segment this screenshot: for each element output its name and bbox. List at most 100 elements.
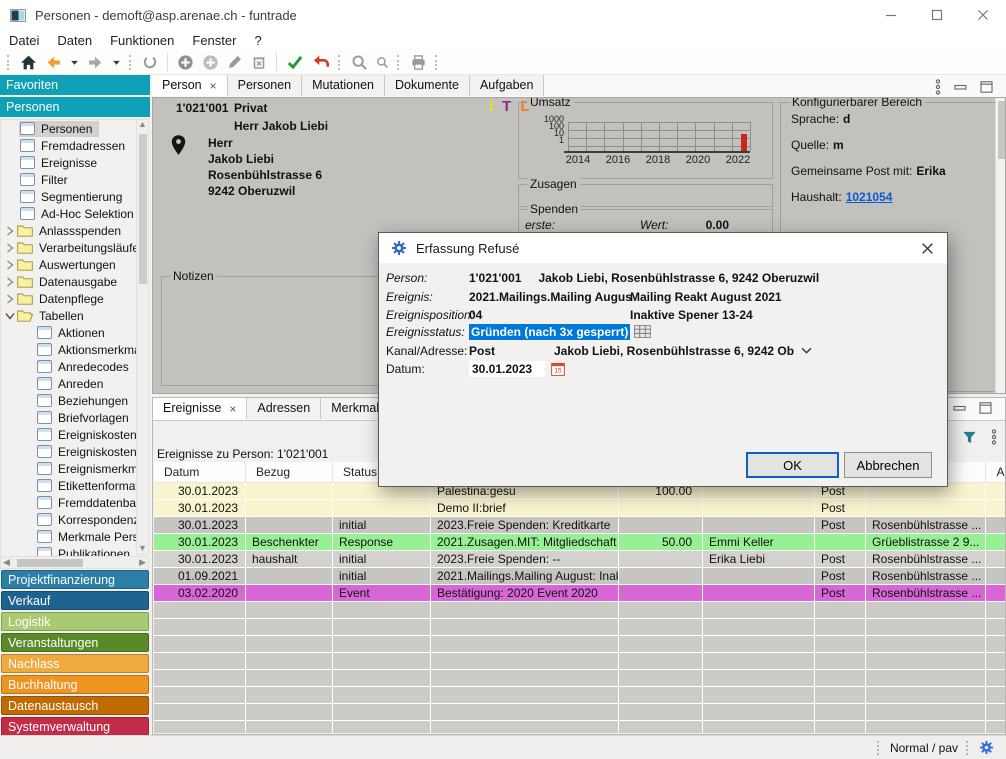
dialog-status-field[interactable]: Gründen (nach 3x gesperrt) [469, 324, 630, 340]
minimize-button[interactable] [868, 0, 914, 30]
chevron-right-icon[interactable] [4, 260, 16, 270]
home-icon[interactable] [20, 54, 37, 71]
tab-aufgaben[interactable]: Aufgaben [470, 75, 545, 96]
scroll-up-icon[interactable]: ▲ [137, 120, 148, 129]
add-icon[interactable] [177, 54, 194, 71]
tree-item-anlassspenden[interactable]: Anlassspenden [1, 222, 137, 239]
sidebar-header-personen[interactable]: Personen [0, 97, 150, 117]
scroll-left-icon[interactable]: ◀ [3, 558, 10, 567]
tree-item-auswertungen[interactable]: Auswertungen [1, 256, 137, 273]
refresh-icon[interactable] [142, 54, 158, 70]
tree-item-datenausgabe[interactable]: Datenausgabe [1, 273, 137, 290]
chevron-right-icon[interactable] [4, 277, 16, 287]
tree-item-aktionen[interactable]: Aktionen [1, 324, 137, 341]
undo-icon[interactable] [312, 53, 330, 71]
tree-item-datenpflege[interactable]: Datenpflege [1, 290, 137, 307]
tree-item-ad-hoc-selektion[interactable]: Ad-Hoc Selektion [1, 205, 137, 222]
menu-item-funktionen[interactable]: Funktionen [101, 33, 183, 48]
ok-button[interactable]: OK [746, 452, 839, 478]
tree-item-fremddatenbanken[interactable]: Fremddatenbanken [1, 494, 137, 511]
table-row[interactable]: 30.01.2023BeschenkterResponse2021.Zusage… [154, 534, 1006, 551]
module-button-logistik[interactable]: Logistik [1, 612, 149, 631]
panel-minimize-icon[interactable] [953, 402, 966, 414]
dialog-adresse-dropdown[interactable]: Jakob Liebi, Rosenbühlstrasse 6, 9242 Ob [554, 344, 812, 358]
scroll-right-icon[interactable]: ▶ [139, 558, 146, 567]
add-secondary-icon[interactable] [202, 54, 219, 71]
forward-icon[interactable] [87, 54, 104, 71]
panel-maximize-icon[interactable] [979, 402, 992, 414]
tab-adressen[interactable]: Adressen [247, 398, 321, 419]
tab-close-icon[interactable]: × [229, 403, 236, 415]
tree-horizontal-scrollbar[interactable]: ◀ ▶ [0, 556, 149, 569]
column-header[interactable]: Bezug [246, 462, 333, 483]
menu-item-datei[interactable]: Datei [0, 33, 48, 48]
tree-item-fremdadressen[interactable]: Fremdadressen [1, 137, 137, 154]
chevron-right-icon[interactable] [4, 226, 16, 236]
tab-ereignisse[interactable]: Ereignisse× [153, 398, 247, 419]
back-icon[interactable] [45, 54, 62, 71]
tree-item-ereignismerkmale[interactable]: Ereignismerkmale [1, 460, 137, 477]
module-button-projektfinanzierung[interactable]: Projektfinanzierung [1, 570, 149, 589]
tree-item-personen[interactable]: Personen [1, 120, 137, 137]
maximize-button[interactable] [914, 0, 960, 30]
dialog-position-value[interactable]: 04 [469, 308, 482, 322]
tree-item-korrespondenz[interactable]: Korrespondenz [1, 511, 137, 528]
dialog-ereignis-value[interactable]: 2021.Mailings.Mailing Augus [469, 290, 632, 304]
tree-item-aktionsmerkmale[interactable]: Aktionsmerkmale [1, 341, 137, 358]
column-header[interactable]: Datum [154, 462, 246, 483]
haushalt-link[interactable]: 1021054 [846, 190, 893, 204]
confirm-icon[interactable] [286, 53, 304, 71]
panel-maximize-icon[interactable] [980, 81, 993, 93]
cancel-button[interactable]: Abbrechen [844, 452, 932, 478]
tree-item-ereigniskosten-s[interactable]: Ereigniskosten-S [1, 443, 137, 460]
table-row[interactable]: 30.01.2023Demo II:briefPost [154, 500, 1006, 517]
scrollbar-thumb[interactable] [17, 559, 83, 567]
search-small-icon[interactable] [376, 56, 389, 69]
tree-item-tabellen[interactable]: Tabellen [1, 307, 137, 324]
tree-item-briefvorlagen[interactable]: Briefvorlagen [1, 409, 137, 426]
module-button-buchhaltung[interactable]: Buchhaltung [1, 675, 149, 694]
tree-item-ereigniskosten-e[interactable]: Ereigniskosten-E [1, 426, 137, 443]
lookup-grid-icon[interactable] [634, 325, 651, 338]
caret-down-icon[interactable] [112, 58, 121, 67]
delete-icon[interactable] [251, 54, 267, 70]
tree-item-anredecodes[interactable]: Anredecodes [1, 358, 137, 375]
edit-icon[interactable] [227, 54, 243, 70]
tree-item-verarbeitungsläufe[interactable]: Verarbeitungsläufe [1, 239, 137, 256]
close-button[interactable] [960, 0, 1006, 30]
column-header[interactable]: A [986, 462, 1006, 483]
dialog-kanal-value[interactable]: Post [469, 344, 495, 358]
settings-gear-icon[interactable] [979, 740, 994, 755]
panel-minimize-icon[interactable] [954, 81, 967, 93]
kebab-menu-icon[interactable] [935, 79, 941, 95]
tab-close-icon[interactable]: × [210, 80, 217, 92]
tree-item-etikettenformate[interactable]: Etikettenformate [1, 477, 137, 494]
tree-item-merkmale-personen[interactable]: Merkmale Personen [1, 528, 137, 545]
chevron-right-icon[interactable] [4, 243, 16, 253]
tree-item-segmentierung[interactable]: Segmentierung [1, 188, 137, 205]
tab-mutationen[interactable]: Mutationen [302, 75, 385, 96]
dialog-close-button[interactable] [907, 233, 947, 263]
calendar-icon[interactable]: 15 [551, 362, 565, 376]
menu-item-daten[interactable]: Daten [48, 33, 101, 48]
person-panel-scrollbar[interactable] [995, 98, 1006, 394]
sidebar-header-favoriten[interactable]: Favoriten [0, 75, 150, 95]
tree-item-anreden[interactable]: Anreden [1, 375, 137, 392]
tree-item-filter[interactable]: Filter [1, 171, 137, 188]
kebab-menu-icon[interactable] [991, 429, 997, 445]
module-button-nachlass[interactable]: Nachlass [1, 654, 149, 673]
module-button-datenaustausch[interactable]: Datenaustausch [1, 696, 149, 715]
menu-item-?[interactable]: ? [245, 33, 270, 48]
tab-person[interactable]: Person× [152, 75, 228, 96]
menu-item-fenster[interactable]: Fenster [183, 33, 245, 48]
scrollbar-thumb[interactable] [139, 134, 147, 284]
tab-dokumente[interactable]: Dokumente [385, 75, 470, 96]
module-button-verkauf[interactable]: Verkauf [1, 591, 149, 610]
dialog-datum-input[interactable]: 30.01.2023 [469, 361, 545, 377]
search-icon[interactable] [351, 54, 368, 71]
tree-item-ereignisse[interactable]: Ereignisse [1, 154, 137, 171]
print-icon[interactable] [410, 54, 427, 71]
scroll-down-icon[interactable]: ▼ [137, 544, 148, 553]
chevron-down-icon[interactable] [4, 312, 16, 320]
chevron-right-icon[interactable] [4, 294, 16, 304]
